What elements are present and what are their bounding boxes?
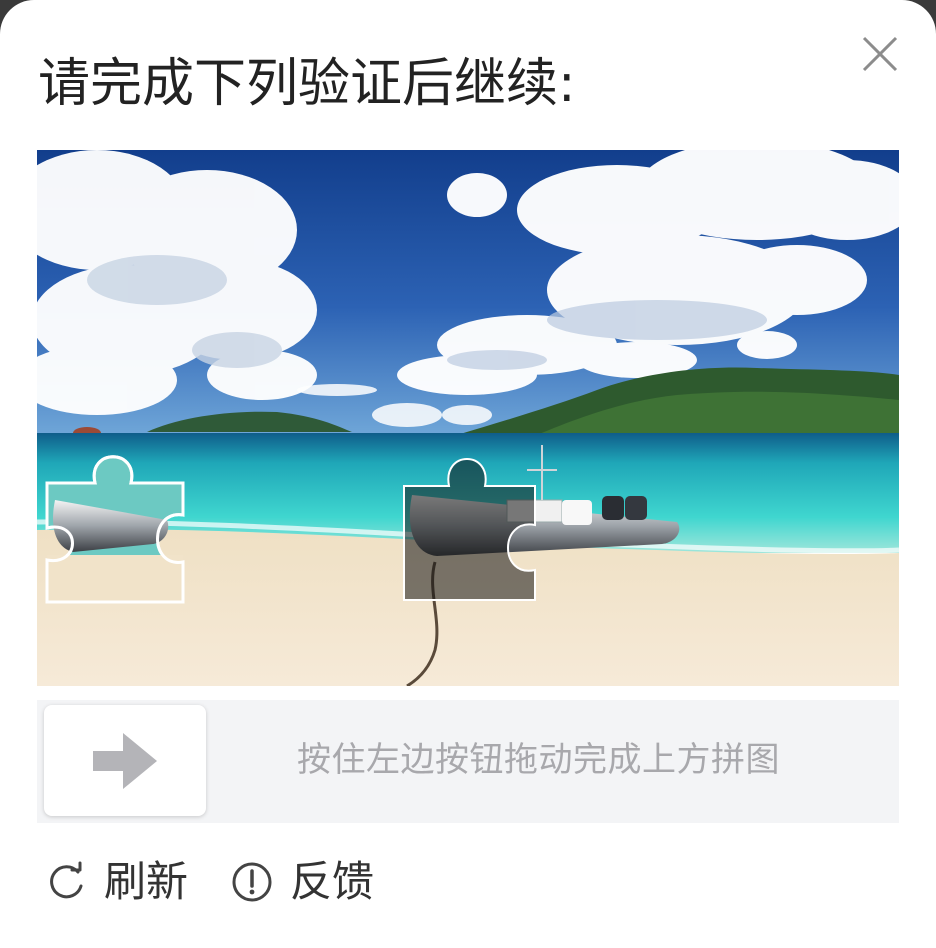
dialog-title: 请完成下列验证后继续: xyxy=(38,54,576,114)
refresh-label: 刷新 xyxy=(104,857,189,906)
info-circle-icon xyxy=(232,862,272,902)
slider-handle[interactable] xyxy=(44,705,206,816)
refresh-button[interactable]: 刷新 xyxy=(44,856,188,908)
feedback-button[interactable]: 反馈 xyxy=(230,856,374,908)
feedback-label: 反馈 xyxy=(290,857,375,906)
captcha-footer: 刷新 反馈 xyxy=(44,850,416,914)
captcha-dialog: 请完成下列验证后继续: 按住左边按钮拖动完成上方拼图 刷新 反馈 xyxy=(0,0,936,948)
close-button[interactable] xyxy=(856,30,904,78)
refresh-icon xyxy=(50,861,83,899)
captcha-image xyxy=(7,140,917,688)
captcha-slider-track[interactable]: 按住左边按钮拖动完成上方拼图 xyxy=(37,700,899,823)
close-icon xyxy=(862,36,898,72)
slider-hint: 按住左边按钮拖动完成上方拼图 xyxy=(297,740,780,780)
arrow-right-icon xyxy=(93,732,157,789)
